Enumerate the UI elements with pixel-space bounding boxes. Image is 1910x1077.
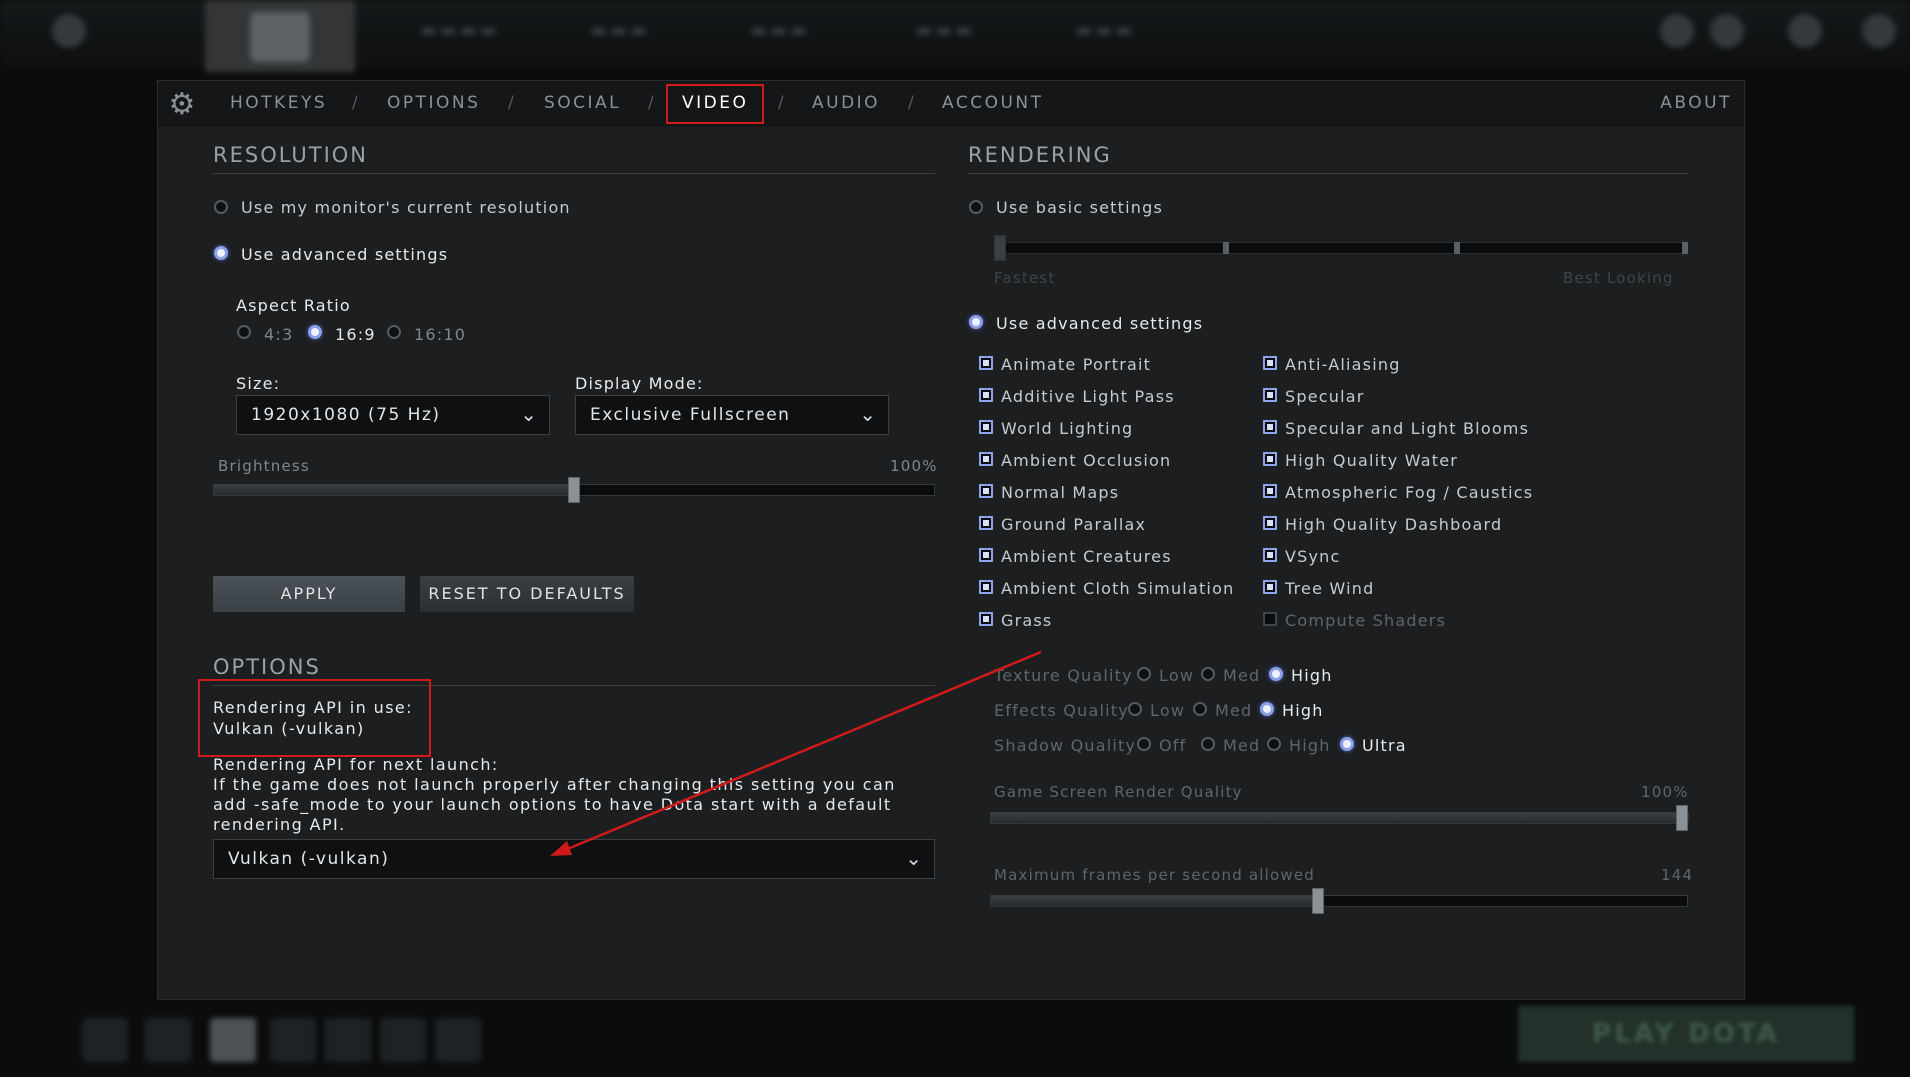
annotation-arrow-head bbox=[550, 841, 572, 856]
annotation-arrow bbox=[550, 650, 1042, 856]
annotation-arrow-line bbox=[564, 650, 1042, 852]
